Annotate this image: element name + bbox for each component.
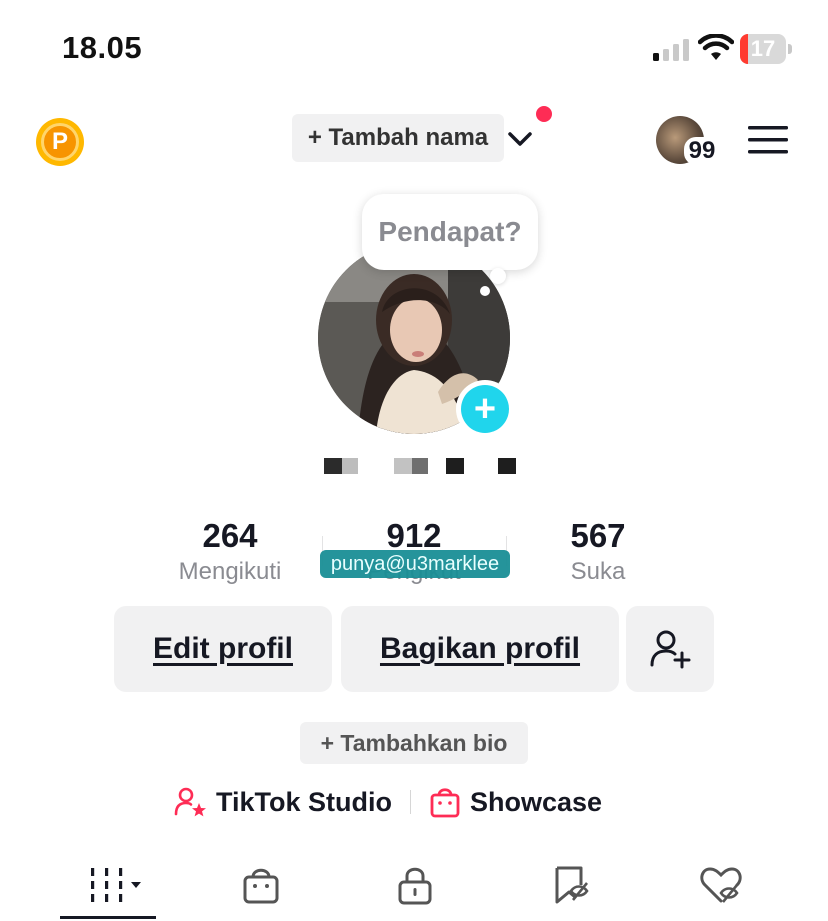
showcase-bag-icon (430, 788, 460, 818)
tiktok-studio-link[interactable]: TikTok Studio (174, 782, 392, 822)
add-bio-button[interactable]: + Tambahkan bio (300, 722, 528, 764)
add-friend-button[interactable] (626, 606, 714, 692)
coin-icon[interactable]: P (36, 118, 84, 166)
battery-icon: 17 (740, 34, 792, 64)
thought-bubble[interactable]: Pendapat? (362, 194, 538, 270)
add-avatar-button[interactable]: + (456, 380, 514, 438)
tab-videos[interactable] (68, 862, 156, 908)
studio-label: TikTok Studio (216, 786, 393, 817)
likes-label: Suka (570, 558, 626, 585)
plus-icon: + (461, 385, 509, 433)
watermark-text: punya@u3marklee (320, 550, 510, 578)
notification-count-badge: 99 (684, 137, 720, 165)
tab-shop[interactable] (226, 862, 296, 908)
tab-private[interactable] (380, 862, 450, 908)
shopping-bag-icon (243, 868, 279, 904)
username-redacted (324, 458, 524, 474)
battery-level: 17 (750, 36, 776, 61)
grid-icon (91, 868, 141, 902)
stat-following[interactable]: 264 Mengikuti (130, 516, 330, 586)
add-name-button[interactable]: + Tambah nama (292, 114, 504, 162)
status-time: 18.05 (62, 30, 143, 65)
link-divider (410, 790, 411, 814)
add-user-icon (650, 630, 691, 669)
stat-likes[interactable]: 567 Suka (498, 516, 698, 586)
lock-icon (398, 867, 432, 905)
following-count: 264 (202, 517, 258, 554)
following-label: Mengikuti (178, 558, 282, 585)
tab-reposts[interactable] (536, 862, 606, 908)
tab-liked[interactable] (686, 862, 756, 908)
signal-icon (653, 39, 689, 61)
liked-icon (700, 867, 742, 903)
menu-icon[interactable] (748, 124, 788, 156)
notification-dot (536, 106, 552, 122)
repost-icon (555, 866, 589, 904)
chevron-down-icon[interactable] (505, 124, 535, 154)
wifi-icon (698, 34, 734, 60)
likes-count: 567 (570, 517, 626, 554)
bubble-tail (480, 286, 490, 296)
share-profile-button[interactable]: Bagikan profil (341, 606, 619, 692)
bubble-tail (490, 268, 506, 284)
studio-icon (174, 787, 206, 817)
selected-tab-indicator (60, 916, 156, 919)
edit-profile-button[interactable]: Edit profil (114, 606, 332, 692)
showcase-label: Showcase (470, 786, 603, 817)
showcase-link[interactable]: Showcase (430, 782, 602, 822)
